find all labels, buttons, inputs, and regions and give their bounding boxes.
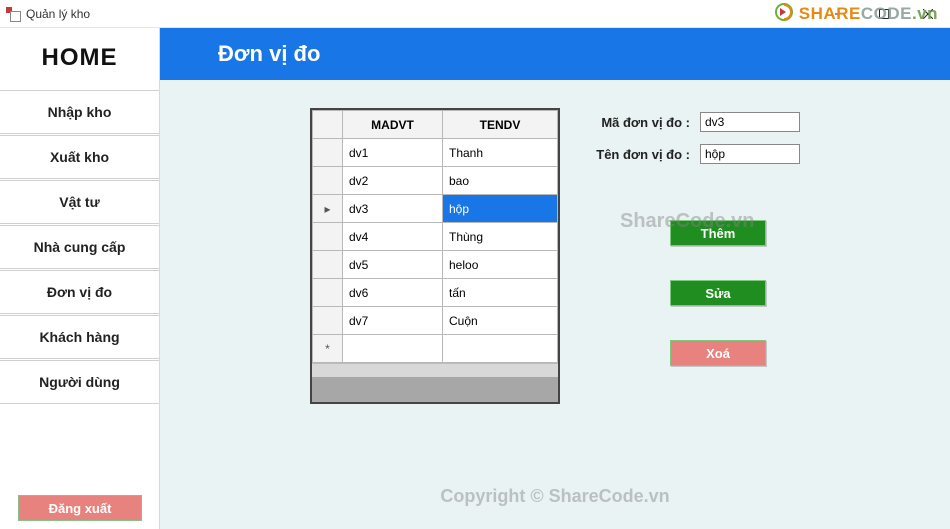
label-ten-don-vi: Tên đơn vị đo : — [590, 147, 700, 162]
sidebar: HOME Nhập kho Xuất kho Vật tư Nhà cung c… — [0, 28, 160, 529]
table-row-selected[interactable]: ▸ dv3 hộp — [313, 195, 558, 223]
window-title: Quản lý kho — [26, 7, 90, 21]
content: MADVT TENDV dv1 Thanh dv2 bao ▸ — [160, 80, 950, 529]
grid-row-new-marker: * — [313, 335, 343, 363]
grid-row-header — [313, 167, 343, 195]
table-row[interactable]: dv6 tấn — [313, 279, 558, 307]
table-row[interactable]: dv1 Thanh — [313, 139, 558, 167]
table-row-new[interactable]: * — [313, 335, 558, 363]
sua-button[interactable]: Sửa — [670, 280, 766, 306]
home-title[interactable]: HOME — [0, 28, 159, 90]
grid-row-header — [313, 279, 343, 307]
watermark-center: ShareCode.vn — [620, 210, 754, 233]
app-icon — [6, 7, 20, 21]
grid-col-madvt[interactable]: MADVT — [343, 111, 443, 139]
sidebar-item-nguoi-dung[interactable]: Người dùng — [0, 360, 159, 404]
logout-button[interactable]: Đăng xuất — [18, 495, 142, 521]
sidebar-item-vat-tu[interactable]: Vật tư — [0, 180, 159, 224]
sidebar-item-nha-cung-cap[interactable]: Nhà cung cấp — [0, 225, 159, 269]
input-ten-don-vi[interactable] — [700, 144, 800, 164]
grid-corner — [313, 111, 343, 139]
watermark-bottom: Copyright © ShareCode.vn — [160, 486, 950, 507]
grid-header-row: MADVT TENDV — [313, 111, 558, 139]
sidebar-item-don-vi-do[interactable]: Đơn vị đo — [0, 270, 159, 314]
grid-row-header — [313, 223, 343, 251]
grid-row-header — [313, 139, 343, 167]
page-header: Đơn vị đo — [160, 28, 950, 80]
table-row[interactable]: dv2 bao — [313, 167, 558, 195]
grid-col-tendv[interactable]: TENDV — [443, 111, 558, 139]
grid-horizontal-scrollbar[interactable] — [312, 363, 558, 377]
form-row-ten: Tên đơn vị đo : — [590, 144, 800, 164]
watermark-logo: SHARECODE.vn — [774, 2, 938, 24]
grid-row-header — [313, 251, 343, 279]
form-row-ma: Mã đơn vị đo : — [590, 112, 800, 132]
data-grid[interactable]: MADVT TENDV dv1 Thanh dv2 bao ▸ — [310, 108, 560, 404]
sidebar-item-xuat-kho[interactable]: Xuất kho — [0, 135, 159, 179]
client-area: HOME Nhập kho Xuất kho Vật tư Nhà cung c… — [0, 28, 950, 529]
xoa-button[interactable]: Xoá — [670, 340, 766, 366]
table-row[interactable]: dv7 Cuộn — [313, 307, 558, 335]
page-title: Đơn vị đo — [218, 41, 320, 67]
table-row[interactable]: dv5 heloo — [313, 251, 558, 279]
grid-row-header-current: ▸ — [313, 195, 343, 223]
table-row[interactable]: dv4 Thùng — [313, 223, 558, 251]
input-ma-don-vi[interactable] — [700, 112, 800, 132]
grid-row-header — [313, 307, 343, 335]
sidebar-item-nhap-kho[interactable]: Nhập kho — [0, 90, 159, 134]
label-ma-don-vi: Mã đơn vị đo : — [590, 115, 700, 130]
sidebar-item-khach-hang[interactable]: Khách hàng — [0, 315, 159, 359]
